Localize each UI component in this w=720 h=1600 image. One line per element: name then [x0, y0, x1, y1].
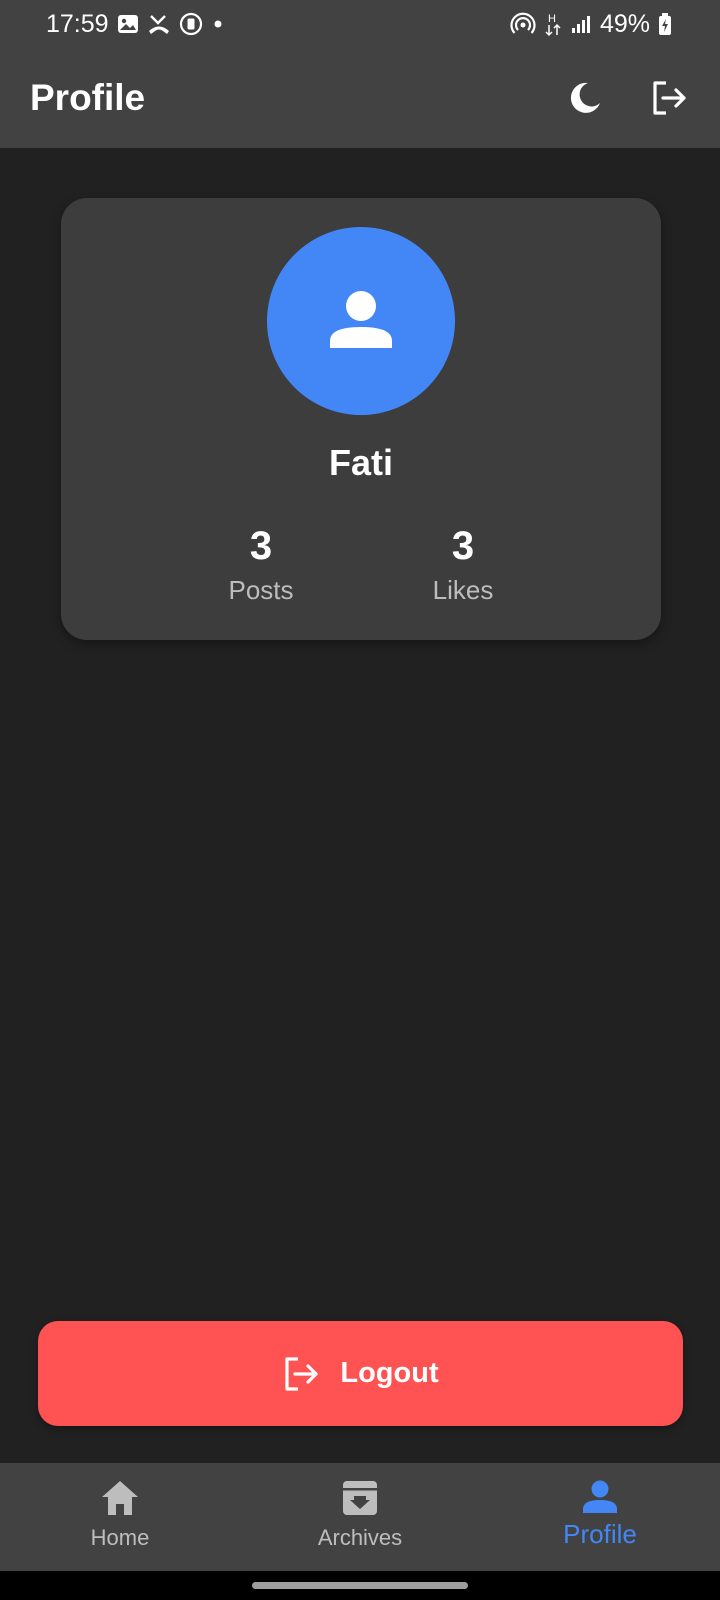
- posts-count: 3: [249, 524, 273, 568]
- person-icon: [330, 291, 392, 348]
- page-title: Profile: [30, 77, 146, 118]
- likes-label: Likes: [432, 575, 494, 605]
- logout-button-label: Logout: [340, 1357, 439, 1389]
- app-bar: Profile: [0, 48, 720, 148]
- posts-label: Posts: [228, 575, 294, 605]
- missed-call-icon: [147, 13, 171, 35]
- logout-icon: [285, 1356, 318, 1391]
- likes-stat: 3 Likes: [363, 523, 563, 606]
- status-bar-left: 17:59: [46, 10, 225, 39]
- logout-icon: [653, 81, 686, 115]
- app-bar-logout-button[interactable]: [650, 79, 690, 117]
- avatar: [267, 227, 455, 415]
- battery-percent: 49%: [599, 9, 650, 38]
- app-bar-actions: [566, 79, 690, 117]
- svg-text:H: H: [548, 13, 556, 25]
- nav-item-home[interactable]: Home: [0, 1463, 240, 1571]
- status-bar-right: H 49%: [510, 10, 672, 39]
- likes-count: 3: [451, 524, 475, 568]
- system-gesture-bar: [0, 1571, 720, 1600]
- dot-icon: [211, 17, 225, 31]
- archive-icon: [343, 1481, 377, 1515]
- signal-icon: [570, 13, 592, 35]
- profile-card: Fati 3 Posts 3 Likes: [61, 198, 661, 640]
- battery-charging-icon: [658, 12, 672, 36]
- nav-item-archives[interactable]: Archives: [240, 1463, 480, 1571]
- logout-button[interactable]: Logout: [38, 1321, 683, 1426]
- gesture-handle[interactable]: [252, 1582, 468, 1589]
- person-icon: [583, 1480, 617, 1513]
- user-name: Fati: [328, 442, 393, 483]
- moon-icon: [570, 82, 600, 113]
- gallery-icon: [117, 13, 139, 35]
- posts-stat: 3 Posts: [161, 523, 361, 606]
- bottom-nav: Home Archives Profile: [0, 1463, 720, 1571]
- nav-label-archives: Archives: [317, 1525, 403, 1550]
- nav-item-profile[interactable]: Profile: [480, 1463, 720, 1571]
- status-bar: 17:59 H 49%: [0, 0, 720, 48]
- home-icon: [102, 1481, 138, 1515]
- status-time: 17:59: [46, 9, 109, 38]
- hotspot-icon: [510, 12, 536, 36]
- dark-mode-toggle-button[interactable]: [566, 79, 604, 117]
- nav-label-profile: Profile: [563, 1519, 637, 1549]
- nav-label-home: Home: [90, 1525, 150, 1550]
- screen-record-icon: [179, 12, 203, 36]
- network-h-icon: H: [544, 11, 562, 37]
